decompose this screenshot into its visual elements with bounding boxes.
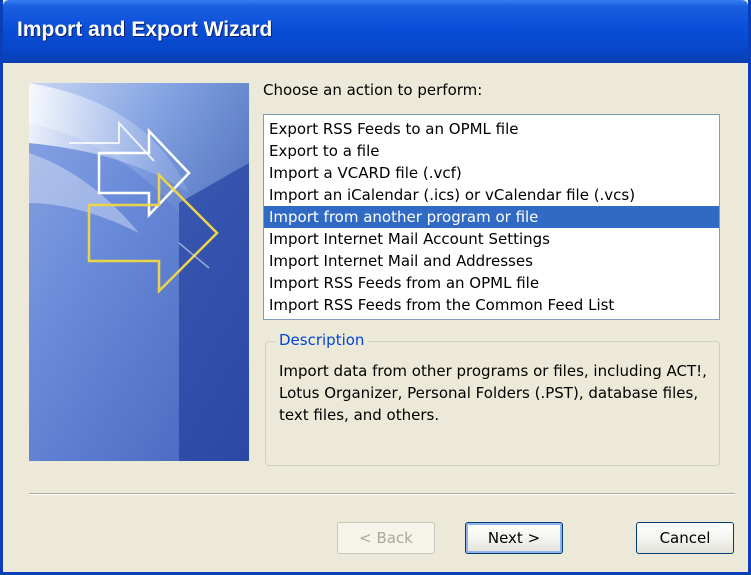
action-listbox[interactable]: Export RSS Feeds to an OPML file Export t… — [263, 114, 720, 320]
action-list-item[interactable]: Export RSS Feeds to an OPML file — [264, 118, 719, 140]
action-list-item[interactable]: Import RSS Feeds from the Common Feed Li… — [264, 294, 719, 316]
description-groupbox: Description Import data from other progr… — [265, 331, 720, 466]
action-list-item[interactable]: Import from another program or file — [264, 206, 719, 228]
action-prompt-label: Choose an action to perform: — [263, 81, 483, 99]
wizard-window: Import and Export Wizard Choose an actio… — [0, 0, 751, 575]
next-button[interactable]: Next > — [465, 522, 563, 554]
wizard-banner-image — [29, 83, 249, 461]
wizard-content: Choose an action to perform: Export RSS … — [3, 63, 748, 572]
description-legend: Description — [275, 331, 369, 349]
wizard-arrows-icon — [29, 83, 249, 461]
action-list-item[interactable]: Import RSS Feeds from an OPML file — [264, 272, 719, 294]
action-list-item[interactable]: Import Internet Mail and Addresses — [264, 250, 719, 272]
footer-separator — [29, 493, 735, 495]
action-list-item[interactable]: Export to a file — [264, 140, 719, 162]
window-title: Import and Export Wizard — [17, 18, 273, 41]
action-list-item[interactable]: Import Internet Mail Account Settings — [264, 228, 719, 250]
back-button[interactable]: < Back — [337, 522, 435, 554]
description-text: Import data from other programs or files… — [279, 362, 707, 424]
title-bar[interactable]: Import and Export Wizard — [3, 0, 748, 63]
cancel-button[interactable]: Cancel — [636, 522, 734, 554]
action-list-item[interactable]: Import an iCalendar (.ics) or vCalendar … — [264, 184, 719, 206]
action-list-item[interactable]: Import a VCARD file (.vcf) — [264, 162, 719, 184]
